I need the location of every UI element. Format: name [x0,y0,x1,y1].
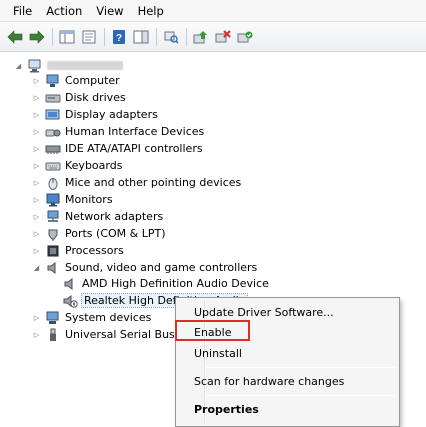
tree-category-label: IDE ATA/ATAPI controllers [65,142,203,155]
tree-category-label: Processors [65,244,124,257]
tree-device[interactable]: AMD High Definition Audio Device [62,275,269,292]
computer-name-redacted [47,61,123,70]
tree-category-label: Keyboards [65,159,123,172]
context-menu-scan[interactable]: Scan for hardware changes [194,375,344,388]
expand-icon[interactable]: ▷ [32,330,41,339]
tree-device-label: AMD High Definition Audio Device [82,277,269,290]
expand-icon[interactable]: ▷ [32,144,41,153]
tree-category[interactable]: ▷ IDE ATA/ATAPI controllers [32,140,203,157]
tree-category[interactable]: ▷ Universal Serial Bus [32,326,175,343]
context-menu-uninstall[interactable]: Uninstall [194,347,242,360]
expand-icon[interactable]: ▷ [32,195,41,204]
enable-device-icon[interactable] [236,28,254,46]
tree-category-label: Sound, video and game controllers [65,261,258,274]
context-menu-update-driver[interactable]: Update Driver Software... [194,306,334,319]
speaker-icon [45,261,61,275]
toolbar-separator [52,27,53,46]
back-arrow-icon[interactable] [6,28,24,46]
context-menu: Update Driver Software... Enable Uninsta… [175,297,400,427]
tree-category[interactable]: ▷ System devices [32,309,151,326]
menu-action[interactable]: Action [39,2,89,20]
ide-controller-icon [45,142,61,156]
scan-hardware-icon[interactable] [162,28,180,46]
keyboard-icon [45,159,61,173]
menu-help[interactable]: Help [131,2,171,20]
forward-arrow-icon[interactable] [28,28,46,46]
uninstall-device-icon[interactable] [214,28,232,46]
tree-category[interactable]: ▷ Monitors [32,191,113,208]
disk-drive-icon [45,91,61,105]
toolbar-separator [104,27,105,46]
tree-category[interactable]: ▷ Computer [32,72,120,89]
expand-icon[interactable]: ▷ [32,161,41,170]
tree-category-label: Network adapters [65,210,164,223]
monitor-icon [45,193,61,207]
toolbar: ? [0,22,426,52]
mouse-icon [45,176,61,190]
tree-category[interactable]: ▷ Network adapters [32,208,163,225]
tree-category-label: Universal Serial Bus [65,328,175,341]
menu-file[interactable]: File [6,2,39,20]
tree-category[interactable]: ▷ Human Interface Devices [32,123,204,140]
expand-icon[interactable]: ▷ [32,127,41,136]
action-pane-icon[interactable] [132,28,150,46]
tree-category[interactable]: ▷ Ports (COM & LPT) [32,225,166,242]
system-device-icon [45,311,61,325]
tree-category-label: System devices [65,311,152,324]
computer-root-icon [27,59,43,73]
port-icon [45,227,61,241]
properties-icon[interactable] [80,28,98,46]
menu-bar: File Action View Help [0,0,426,22]
expand-icon[interactable]: ▷ [32,229,41,238]
tree-category[interactable]: ▷ Mice and other pointing devices [32,174,241,191]
tree-category[interactable]: ▷ Keyboards [32,157,123,174]
expand-icon[interactable]: ▷ [32,76,41,85]
display-adapter-icon [45,108,61,122]
expand-icon[interactable]: ▷ [32,110,41,119]
hid-icon [45,125,61,139]
context-menu-separator [206,367,395,368]
show-hide-tree-icon[interactable] [58,28,76,46]
context-menu-separator [206,395,395,396]
toolbar-separator [186,27,187,46]
menu-view[interactable]: View [89,2,130,20]
tree-category-label: Display adapters [65,108,158,121]
expand-icon[interactable]: ▷ [32,93,41,102]
tree-category-expanded[interactable]: ◢ Sound, video and game controllers [32,259,257,276]
toolbar-separator [156,27,157,46]
tree-category[interactable]: ▷ Disk drives [32,89,126,106]
disabled-speaker-icon [62,294,78,308]
collapse-icon[interactable]: ◢ [32,263,41,272]
expand-icon[interactable]: ▷ [32,212,41,221]
tree-category[interactable]: ▷ Display adapters [32,106,158,123]
tree-category-label: Ports (COM & LPT) [65,227,166,240]
tree-category-label: Mice and other pointing devices [65,176,242,189]
expand-icon[interactable]: ▷ [32,313,41,322]
update-driver-icon[interactable] [192,28,210,46]
tree-category-label: Disk drives [65,91,126,104]
tree-category-label: Computer [65,74,120,87]
collapse-icon[interactable]: ◢ [14,61,23,70]
expand-icon[interactable]: ▷ [32,178,41,187]
expand-icon[interactable]: ▷ [32,246,41,255]
speaker-icon [62,277,78,291]
svg-text:?: ? [116,33,122,44]
tree-category-label: Human Interface Devices [65,125,205,138]
usb-icon [45,328,61,342]
processor-icon [45,244,61,258]
tree-category[interactable]: ▷ Processors [32,242,124,259]
help-icon[interactable]: ? [110,28,128,46]
network-adapter-icon [45,210,61,224]
computer-icon [45,74,61,88]
context-menu-properties[interactable]: Properties [194,403,259,416]
tree-category-label: Monitors [65,193,113,206]
enable-highlight-box [175,320,250,341]
